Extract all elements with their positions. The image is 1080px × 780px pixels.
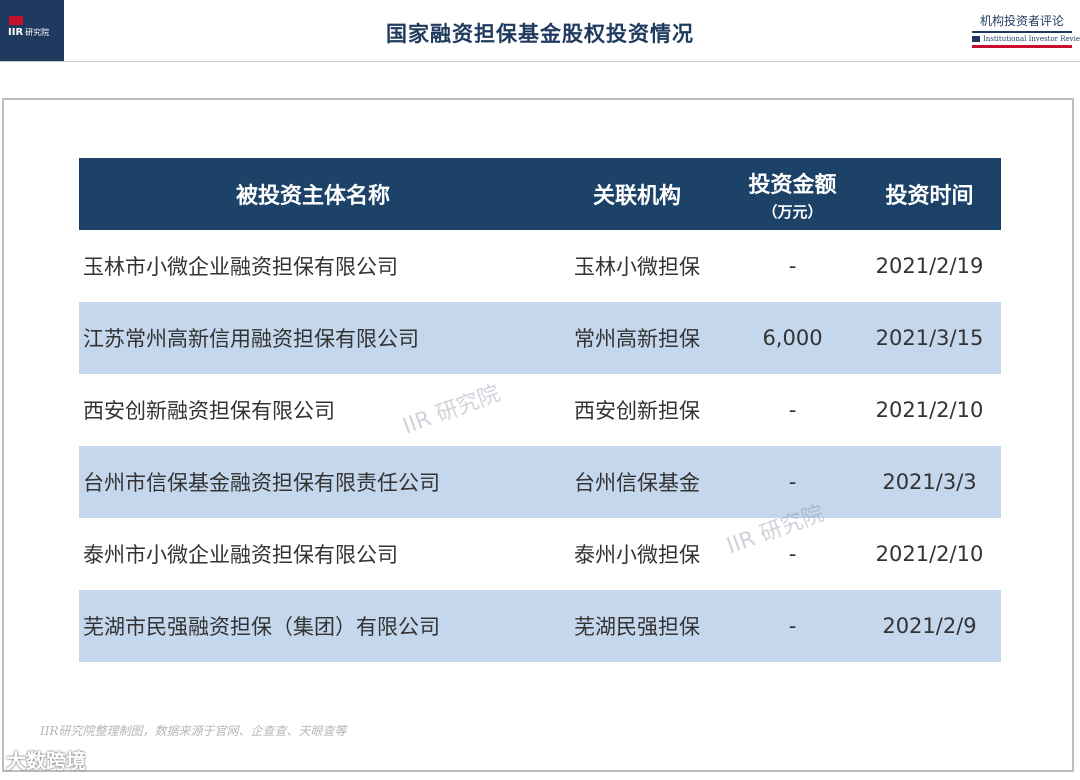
cell-amount: -	[788, 542, 797, 566]
table-row: 芜湖市民强融资担保（集团）有限公司 芜湖民强担保 - 2021/2/9	[79, 590, 1001, 662]
brand-en: Institutional Investor Review	[972, 35, 1080, 43]
cell-amount: 6,000	[762, 326, 823, 350]
brand-logo: 机构投资者评论 Institutional Investor Review	[972, 12, 1080, 48]
header: IIR 研究院 国家融资担保基金股权投资情况 机构投资者评论 Institutio…	[0, 0, 1080, 62]
investment-table: 被投资主体名称 关联机构 投资金额 （万元） 投资时间 玉林市小微企业融资担保有…	[79, 158, 1001, 662]
header-amount: 投资金额 （万元）	[727, 167, 858, 222]
brand-en-text: Institutional Investor Review	[983, 35, 1080, 43]
building-icon	[972, 36, 980, 42]
source-note: IIR研究院整理制图，数据来源于官网、企查查、天眼查等	[40, 724, 347, 738]
table-row: 玉林市小微企业融资担保有限公司 玉林小微担保 - 2021/2/19	[79, 230, 1001, 302]
table-row: 台州市信保基金融资担保有限责任公司 台州信保基金 - 2021/3/3	[79, 446, 1001, 518]
cell-name: 江苏常州高新信用融资担保有限公司	[83, 327, 419, 351]
cell-name: 西安创新融资担保有限公司	[83, 399, 335, 423]
header-amount-label: 投资金额	[748, 172, 837, 198]
cell-name: 泰州市小微企业融资担保有限公司	[83, 543, 398, 567]
cell-date: 2021/3/3	[882, 470, 977, 494]
page-title: 国家融资担保基金股权投资情况	[386, 22, 694, 46]
header-org: 关联机构	[592, 184, 681, 209]
header-amount-unit: （万元）	[762, 202, 823, 221]
cell-name: 台州市信保基金融资担保有限责任公司	[83, 471, 440, 495]
header-divider	[0, 61, 1080, 62]
brand-bar	[972, 45, 1072, 48]
table-row: 西安创新融资担保有限公司 西安创新担保 - 2021/2/10	[79, 374, 1001, 446]
cell-date: 2021/2/19	[875, 254, 984, 278]
cell-org: 芜湖民强担保	[574, 615, 700, 639]
cell-amount: -	[788, 614, 797, 638]
cell-date: 2021/2/10	[875, 542, 984, 566]
cell-name: 玉林市小微企业融资担保有限公司	[83, 255, 398, 279]
cell-org: 西安创新担保	[574, 399, 700, 423]
cell-amount: -	[788, 470, 797, 494]
brand-divider	[972, 31, 1072, 33]
cell-amount: -	[788, 254, 797, 278]
cell-org: 泰州小微担保	[574, 543, 700, 567]
cell-amount: -	[788, 398, 797, 422]
table-header: 被投资主体名称 关联机构 投资金额 （万元） 投资时间	[79, 158, 1001, 230]
header-name: 被投资主体名称	[235, 184, 390, 209]
cell-org: 台州信保基金	[574, 471, 700, 495]
brand-cn: 机构投资者评论	[979, 14, 1064, 28]
header-date: 投资时间	[885, 184, 974, 209]
table-row: 江苏常州高新信用融资担保有限公司 常州高新担保 6,000 2021/3/15	[79, 302, 1001, 374]
cell-name: 芜湖市民强融资担保（集团）有限公司	[83, 615, 440, 639]
cell-date: 2021/2/10	[875, 398, 984, 422]
bottom-brand: 大数跨境	[6, 749, 86, 773]
cell-date: 2021/3/15	[875, 326, 984, 350]
cell-org: 玉林小微担保	[574, 255, 700, 279]
cell-date: 2021/2/9	[882, 614, 977, 638]
table-row: 泰州市小微企业融资担保有限公司 泰州小微担保 - 2021/2/10	[79, 518, 1001, 590]
cell-org: 常州高新担保	[574, 327, 700, 351]
